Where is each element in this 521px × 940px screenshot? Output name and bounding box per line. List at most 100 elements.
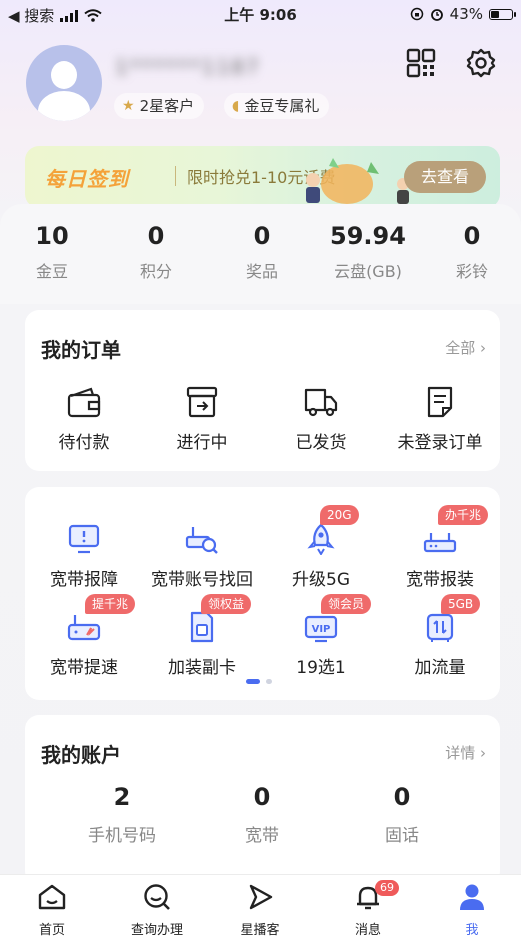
promo-badge: 20G: [320, 505, 359, 525]
bottom-tab-bar: 首页 查询办理 星播客 69 消息 我: [0, 874, 521, 940]
service-label: 宽带报装: [406, 570, 474, 590]
daily-checkin-banner[interactable]: 每日签到 限时抢兑1-10元话费 去查看: [25, 146, 500, 208]
stat-value: 0: [463, 222, 481, 250]
qr-code-icon[interactable]: [406, 48, 436, 78]
chevron-right-icon: ›: [480, 744, 486, 762]
more-label: 详情: [445, 744, 476, 762]
banner-illustration: [306, 158, 409, 204]
promo-badge: 办千兆: [438, 505, 489, 525]
service-add-sim[interactable]: 加装副卡 领权益: [143, 594, 261, 678]
service-choose-one[interactable]: VIP 19选1 领会员: [262, 594, 380, 678]
orders-title: 我的订单: [41, 338, 121, 362]
service-label: 宽带提速: [50, 658, 118, 678]
order-not-logged-in[interactable]: 未登录订单: [381, 378, 499, 453]
account-card: 我的账户 详情 › 2 手机号码 0 宽带 0 固话: [25, 715, 500, 885]
service-speed-up[interactable]: 宽带提速 提千兆: [25, 594, 143, 678]
service-label: 宽带账号找回: [151, 570, 253, 590]
message-count-badge: 69: [375, 880, 399, 896]
service-label: 宽带报障: [50, 570, 118, 590]
page-dot: [266, 679, 272, 684]
stat-value: 0: [147, 222, 165, 250]
account-label: 固话: [385, 826, 419, 846]
stat-ringtone[interactable]: 0 彩铃: [420, 222, 521, 282]
view-button[interactable]: 去查看: [404, 161, 486, 193]
order-label: 已发货: [295, 433, 347, 453]
account-label: 宽带: [245, 826, 279, 846]
service-label: 升级5G: [292, 570, 350, 590]
rocket-icon: [307, 523, 335, 555]
username: 1******1187: [115, 55, 261, 79]
home-icon: [38, 884, 66, 910]
bean-icon: ◖: [232, 98, 240, 114]
page-dot-active: [246, 679, 260, 684]
service-account-recovery[interactable]: 宽带账号找回: [143, 515, 261, 590]
tab-label: 首页: [38, 923, 65, 938]
monitor-alert-icon: [68, 524, 100, 554]
service-add-data[interactable]: 加流量 5GB: [381, 594, 499, 678]
tag-label: 2星客户: [139, 97, 195, 115]
order-label: 待付款: [58, 433, 110, 453]
stat-label: 奖品: [245, 262, 278, 281]
gear-icon[interactable]: [466, 48, 496, 78]
service-label: 19选1: [296, 658, 346, 678]
stat-label: 金豆: [35, 262, 68, 281]
tab-label: 星播客: [240, 923, 280, 938]
tab-podcast[interactable]: 星播客: [208, 883, 312, 938]
speed-router-icon: [67, 615, 101, 641]
battery-percent: 43%: [449, 5, 483, 23]
user-icon: [460, 884, 484, 910]
account-detail-link[interactable]: 详情 ›: [445, 742, 486, 763]
banner-title: 每日签到: [45, 167, 129, 191]
service-upgrade-5g[interactable]: 升级5G 20G: [262, 505, 380, 590]
order-pending-payment[interactable]: 待付款: [25, 378, 143, 453]
tab-messages[interactable]: 69 消息: [316, 880, 420, 938]
promo-badge: 5GB: [441, 594, 481, 614]
account-broadband[interactable]: 0 宽带: [192, 783, 332, 846]
stat-cloud-drive[interactable]: 59.94 云盘(GB): [316, 222, 420, 282]
stat-label: 云盘(GB): [334, 262, 402, 281]
promo-badge: 提千兆: [85, 594, 136, 614]
order-label: 未登录订单: [397, 433, 483, 453]
promo-badge: 领权益: [201, 594, 252, 614]
chevron-right-icon: ›: [480, 339, 486, 357]
wallet-icon: [67, 387, 101, 418]
tab-me[interactable]: 我: [420, 883, 521, 938]
stat-gold-beans[interactable]: 10 金豆: [0, 222, 104, 282]
service-broadband-repair[interactable]: 宽带报障: [25, 515, 143, 590]
asset-stats: 10 金豆 0 积分 0 奖品 59.94 云盘(GB) 0 彩铃: [0, 204, 521, 304]
tag-star-level[interactable]: ★ 2星客户: [114, 93, 205, 119]
tab-query[interactable]: 查询办理: [105, 883, 209, 938]
page-indicator[interactable]: [246, 679, 272, 684]
star-icon: ★: [122, 98, 135, 114]
order-in-progress[interactable]: 进行中: [143, 378, 261, 453]
battery-icon: [489, 8, 516, 20]
account-label: 手机号码: [88, 826, 156, 846]
services-card: 宽带报障 宽带账号找回 升级5G 20G 宽带报装 办千兆 宽带提速 提千兆 加…: [25, 487, 500, 700]
banner-divider: [175, 166, 176, 186]
stat-label: 积分: [139, 262, 172, 281]
avatar[interactable]: [26, 45, 102, 121]
account-title: 我的账户: [41, 743, 121, 767]
sim-card-icon: [190, 611, 214, 643]
data-flow-icon: [426, 613, 454, 642]
account-phone-numbers[interactable]: 2 手机号码: [52, 783, 192, 846]
vip-tv-icon: VIP: [304, 615, 338, 643]
tag-label: 金豆专属礼: [244, 97, 320, 115]
tab-label: 查询办理: [130, 923, 183, 938]
stat-value: 59.94: [330, 222, 406, 250]
service-label: 加装副卡: [168, 658, 236, 678]
tag-gold-bean-gift[interactable]: ◖ 金豆专属礼: [224, 93, 330, 119]
account-landline[interactable]: 0 固话: [332, 783, 472, 846]
service-label: 加流量: [414, 658, 466, 678]
stat-points[interactable]: 0 积分: [104, 222, 208, 282]
orders-all-link[interactable]: 全部 ›: [445, 337, 486, 358]
stat-prizes[interactable]: 0 奖品: [210, 222, 314, 282]
service-broadband-install[interactable]: 宽带报装 办千兆: [381, 505, 499, 590]
tab-home[interactable]: 首页: [0, 883, 104, 938]
search-icon: [144, 884, 170, 910]
order-shipped[interactable]: 已发货: [262, 378, 380, 453]
play-icon: [249, 884, 273, 910]
document-icon: [427, 386, 453, 418]
account-value: 0: [393, 783, 411, 811]
stat-label: 彩铃: [455, 262, 488, 281]
